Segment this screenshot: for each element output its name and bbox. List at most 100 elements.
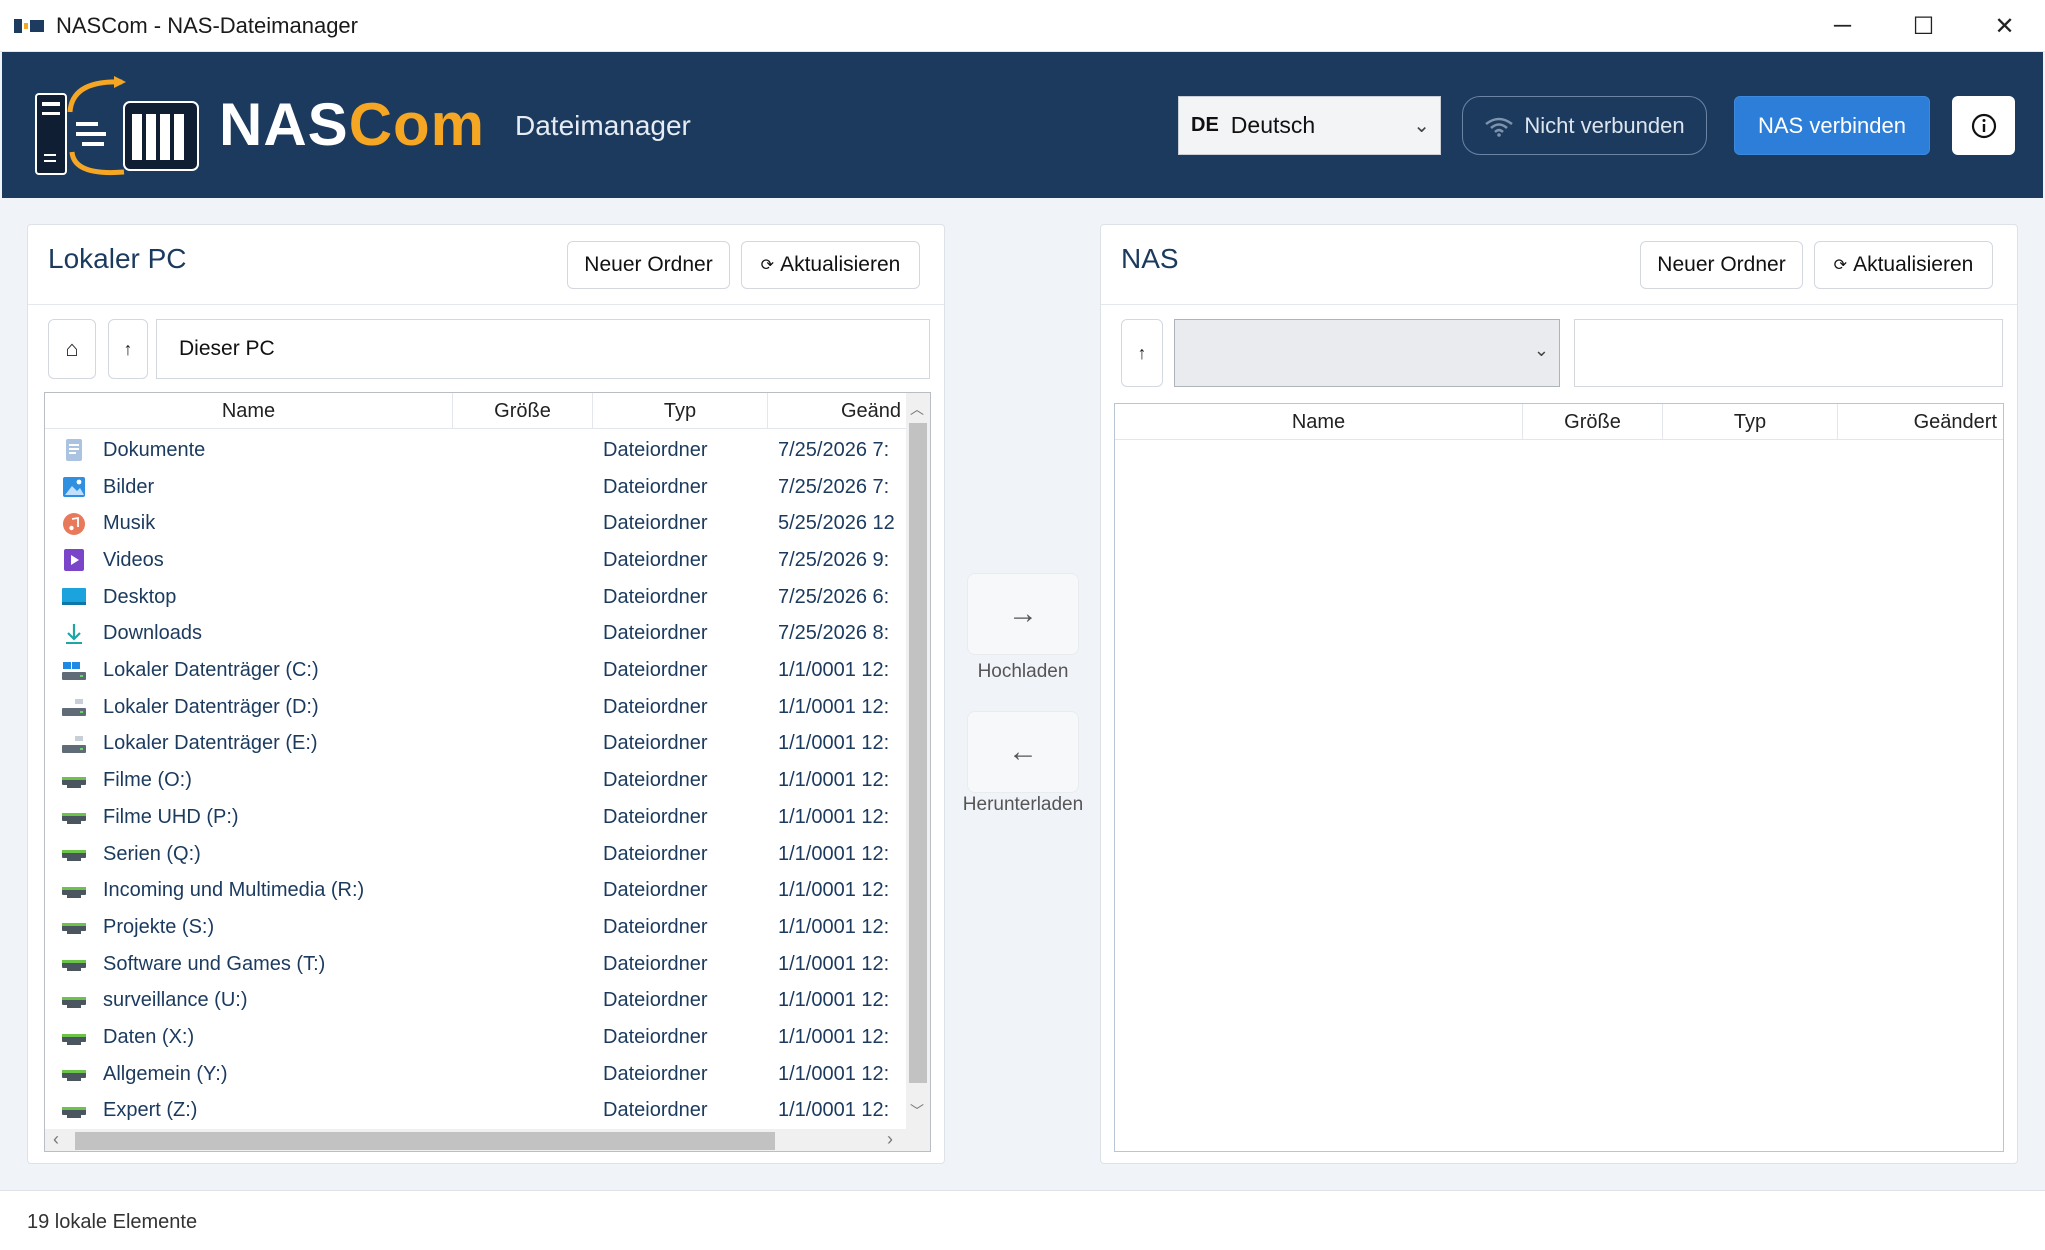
network-drive-icon: [61, 952, 87, 976]
row-modified: 1/1/0001 12:: [778, 1062, 890, 1085]
row-type: Dateiordner: [603, 1026, 708, 1049]
table-row[interactable]: Filme UHD (P:) Dateiordner 1/1/0001 12:: [45, 799, 908, 836]
table-row[interactable]: Desktop Dateiordner 7/25/2026 6:: [45, 579, 908, 616]
language-select[interactable]: DE Deutsch ⌄: [1178, 96, 1441, 155]
column-header-modified[interactable]: Geänd: [768, 393, 908, 429]
nas-panel-title: NAS: [1121, 243, 1179, 274]
table-row[interactable]: Bilder Dateiordner 7/25/2026 7:: [45, 469, 908, 506]
row-name: Filme UHD (P:): [103, 805, 239, 828]
nas-path-input[interactable]: [1574, 319, 2003, 387]
row-modified: 7/25/2026 6:: [778, 585, 890, 608]
scroll-up-icon[interactable]: ︿: [910, 399, 924, 419]
table-row[interactable]: Lokaler Datenträger (D:) Dateiordner 1/1/0…: [45, 689, 908, 726]
row-name: Desktop: [103, 585, 177, 608]
column-header-name[interactable]: Name: [1115, 404, 1523, 440]
home-button[interactable]: ⌂: [48, 319, 96, 379]
app-logo-text: NASCom: [219, 91, 486, 158]
music-folder-icon: [61, 512, 87, 536]
local-refresh-button[interactable]: ⟳ Aktualisieren: [741, 241, 920, 289]
close-button[interactable]: ✕: [1964, 0, 2045, 52]
row-name-cell: Lokaler Datenträger (D:): [45, 695, 453, 719]
nas-refresh-button[interactable]: ⟳ Aktualisieren: [1814, 241, 1993, 289]
table-row[interactable]: Lokaler Datenträger (E:) Dateiordner 1/1/0…: [45, 726, 908, 763]
column-header-type[interactable]: Typ: [593, 393, 768, 429]
row-modified: 1/1/0001 12:: [778, 879, 890, 902]
row-name-cell: Videos: [45, 548, 453, 572]
table-row[interactable]: Allgemein (Y:) Dateiordner 1/1/0001 12:: [45, 1056, 908, 1093]
row-name-cell: Incoming und Multimedia (R:): [45, 879, 453, 903]
table-row[interactable]: Projekte (S:) Dateiordner 1/1/0001 12:: [45, 909, 908, 946]
local-drive-icon: [61, 695, 87, 719]
local-horizontal-scroll-thumb[interactable]: [75, 1132, 775, 1150]
wifi-icon: [1485, 117, 1514, 137]
minimize-button[interactable]: ─: [1802, 0, 1883, 52]
row-modified: 5/25/2026 12: [778, 512, 895, 535]
local-vertical-scrollbar[interactable]: ︿ ﹀: [906, 393, 930, 1129]
status-text: 19 lokale Elemente: [27, 1211, 198, 1233]
maximize-button[interactable]: ☐: [1883, 0, 1964, 52]
scroll-down-icon[interactable]: ﹀: [910, 1101, 924, 1121]
column-header-type[interactable]: Typ: [1663, 404, 1838, 440]
table-row[interactable]: Dokumente Dateiordner 7/25/2026 7:: [45, 432, 908, 469]
download-label: Herunterladen: [962, 794, 1084, 815]
scroll-right-icon[interactable]: ›: [887, 1129, 893, 1150]
table-row[interactable]: Videos Dateiordner 7/25/2026 9:: [45, 542, 908, 579]
nas-panel: NAS Neuer Ordner ⟳ Aktualisieren ↑ ⌄ Nam…: [1100, 224, 2018, 1164]
row-modified: 1/1/0001 12:: [778, 1026, 890, 1049]
row-name: Dokumente: [103, 438, 206, 461]
downloads-folder-icon: [61, 622, 87, 646]
refresh-icon: ⟳: [1833, 257, 1848, 274]
local-horizontal-scrollbar[interactable]: ‹ ›: [45, 1129, 908, 1151]
local-up-button[interactable]: ↑: [108, 319, 148, 379]
row-name-cell: Downloads: [45, 622, 453, 646]
local-path-input[interactable]: Dieser PC: [156, 319, 930, 379]
row-type: Dateiordner: [603, 1062, 708, 1085]
local-vertical-scroll-thumb[interactable]: [909, 423, 927, 1083]
upload-button[interactable]: →: [967, 573, 1079, 655]
row-type: Dateiordner: [603, 879, 708, 902]
table-row[interactable]: Filme (O:) Dateiordner 1/1/0001 12:: [45, 762, 908, 799]
row-type: Dateiordner: [603, 842, 708, 865]
column-header-modified[interactable]: Geändert: [1838, 404, 2003, 440]
row-type: Dateiordner: [603, 585, 708, 608]
row-name: Software und Games (T:): [103, 952, 326, 975]
local-panel-header: Lokaler PC Neuer Ordner ⟳ Aktualisieren: [28, 225, 944, 305]
nas-share-select[interactable]: ⌄: [1174, 319, 1560, 387]
local-new-folder-button[interactable]: Neuer Ordner: [567, 241, 730, 289]
chevron-down-icon: ⌄: [1413, 115, 1430, 137]
nas-up-button[interactable]: ↑: [1121, 319, 1163, 387]
table-row[interactable]: surveillance (U:) Dateiordner 1/1/0001 12:: [45, 983, 908, 1020]
download-button[interactable]: ←: [967, 711, 1079, 793]
row-name-cell: Lokaler Datenträger (C:): [45, 659, 453, 683]
connection-status-badge: Nicht verbunden: [1462, 96, 1707, 155]
row-name: Filme (O:): [103, 769, 192, 792]
language-code: DE: [1191, 114, 1219, 136]
row-type: Dateiordner: [603, 769, 708, 792]
row-modified: 1/1/0001 12:: [778, 659, 890, 682]
connect-nas-button[interactable]: NAS verbinden: [1734, 96, 1930, 155]
row-name-cell: Lokaler Datenträger (E:): [45, 732, 453, 756]
column-header-name[interactable]: Name: [45, 393, 453, 429]
row-name-cell: Software und Games (T:): [45, 952, 453, 976]
info-button[interactable]: [1952, 96, 2015, 155]
table-row[interactable]: Lokaler Datenträger (C:) Dateiordner 1/1/0…: [45, 652, 908, 689]
network-drive-icon: [61, 989, 87, 1013]
network-drive-icon: [61, 842, 87, 866]
row-type: Dateiordner: [603, 805, 708, 828]
table-row[interactable]: Downloads Dateiordner 7/25/2026 8:: [45, 616, 908, 653]
table-row[interactable]: Software und Games (T:) Dateiordner 1/1/00…: [45, 946, 908, 983]
row-modified: 1/1/0001 12:: [778, 1099, 890, 1122]
column-header-size[interactable]: Größe: [1523, 404, 1663, 440]
row-name: Lokaler Datenträger (E:): [103, 732, 318, 755]
arrow-up-icon: ↑: [1137, 342, 1147, 363]
table-row[interactable]: Daten (X:) Dateiordner 1/1/0001 12:: [45, 1019, 908, 1056]
nas-new-folder-button[interactable]: Neuer Ordner: [1640, 241, 1803, 289]
scroll-left-icon[interactable]: ‹: [53, 1129, 59, 1150]
table-row[interactable]: Incoming und Multimedia (R:) Dateiordner 1…: [45, 872, 908, 909]
table-row[interactable]: Musik Dateiordner 5/25/2026 12: [45, 505, 908, 542]
table-row[interactable]: Expert (Z:) Dateiordner 1/1/0001 12:: [45, 1093, 908, 1130]
nas-refresh-label: Aktualisieren: [1853, 253, 1974, 276]
table-row[interactable]: Serien (Q:) Dateiordner 1/1/0001 12:: [45, 836, 908, 873]
row-type: Dateiordner: [603, 622, 708, 645]
column-header-size[interactable]: Größe: [453, 393, 593, 429]
